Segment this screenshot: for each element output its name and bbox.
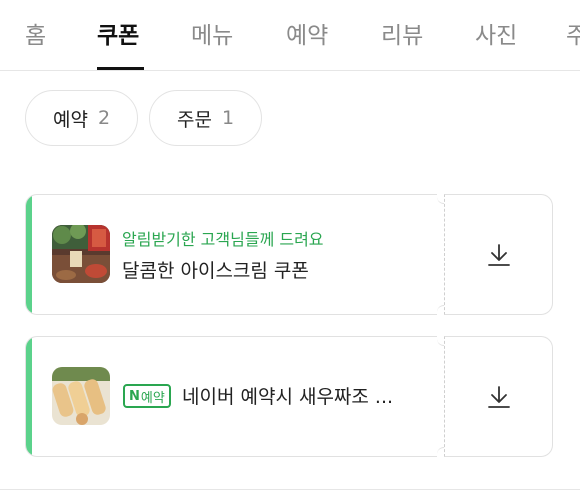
coupon-title: 네이버 예약시 새우짜조 ...	[182, 386, 394, 408]
tab-home[interactable]: 홈	[25, 16, 46, 50]
coupon-thumbnail	[52, 225, 110, 283]
coupon-thumbnail	[52, 367, 110, 425]
tab-photos[interactable]: 사진	[475, 16, 517, 50]
coupon-body[interactable]: N 예약 네이버 예약시 새우짜조 ...	[25, 336, 444, 457]
chip-count: 2	[97, 107, 111, 129]
tab-coupon[interactable]: 쿠폰	[97, 16, 139, 50]
badge-label: 예약	[140, 390, 165, 406]
coupon-card: 알림받기한 고객님들께 드려요 달콤한 아이스크림 쿠폰	[25, 193, 553, 316]
chip-label: 주문	[176, 108, 212, 131]
tab-partial[interactable]: 주	[566, 16, 580, 50]
naver-n-mark: N	[129, 388, 140, 404]
coupon-accent-bar	[26, 337, 32, 456]
coupon-download-button[interactable]	[444, 194, 553, 315]
chip-label: 예약	[52, 108, 88, 131]
download-icon	[487, 385, 510, 408]
filter-chip-reservation[interactable]: 예약 2	[25, 90, 138, 146]
naver-reservation-badge: N 예약	[123, 384, 171, 408]
filter-chip-order[interactable]: 주문 1	[149, 90, 262, 146]
coupon-accent-bar	[26, 195, 32, 314]
coupon-subtitle: 알림받기한 고객님들께 드려요	[122, 230, 324, 249]
tab-reservation[interactable]: 예약	[286, 16, 328, 50]
tab-bar: 홈 쿠폰 메뉴 예약 리뷰 사진 주	[0, 0, 580, 71]
chip-count: 1	[221, 107, 235, 129]
tab-menu[interactable]: 메뉴	[191, 16, 233, 50]
section-divider	[0, 489, 580, 490]
active-tab-indicator	[97, 67, 144, 70]
coupon-download-button[interactable]	[444, 336, 553, 457]
download-icon	[487, 243, 510, 266]
coupon-title: 달콤한 아이스크림 쿠폰	[122, 260, 309, 282]
tab-reviews[interactable]: 리뷰	[381, 16, 423, 50]
coupon-body[interactable]: 알림받기한 고객님들께 드려요 달콤한 아이스크림 쿠폰	[25, 194, 444, 315]
coupon-card: N 예약 네이버 예약시 새우짜조 ...	[25, 335, 553, 458]
